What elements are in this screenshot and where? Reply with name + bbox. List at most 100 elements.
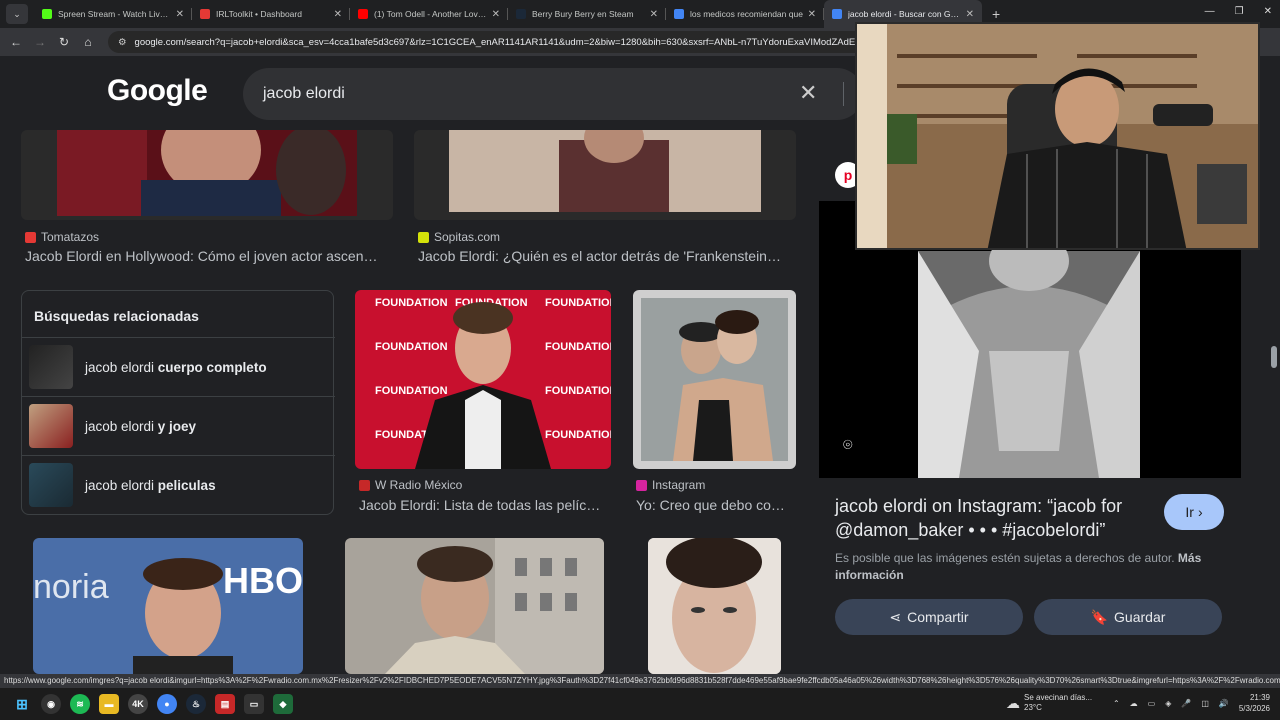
microphone-icon[interactable]: 🎤 <box>1181 699 1191 708</box>
preview-title[interactable]: jacob elordi on Instagram: “jacob for @d… <box>835 494 1155 542</box>
chrome-icon[interactable]: ● <box>157 694 177 714</box>
home-icon[interactable]: ⌂ <box>76 35 100 49</box>
spotify-icon[interactable]: ≋ <box>70 694 90 714</box>
chevron-down-icon: ⌄ <box>13 8 21 19</box>
clock-date: 5/3/2026 <box>1238 704 1270 713</box>
related-thumbnail <box>29 463 73 507</box>
clear-icon[interactable]: ✕ <box>799 80 817 106</box>
save-button[interactable]: 🔖 Guardar <box>1034 599 1222 635</box>
svg-text:FOUNDATION: FOUNDATION <box>375 297 448 309</box>
restore-icon[interactable]: ❐ <box>1235 6 1244 17</box>
browser-tab[interactable]: (1) Tom Odell - Another Love | M ✕ <box>350 0 508 28</box>
result-image-street-graphic <box>385 538 604 674</box>
result-source[interactable]: W Radio México <box>359 478 462 492</box>
android-icon[interactable]: ◆ <box>273 694 293 714</box>
result-image-instagram[interactable] <box>633 290 796 469</box>
result-source[interactable]: Instagram <box>636 478 705 492</box>
clock[interactable]: 21:39 5/3/2026 <box>1239 692 1270 714</box>
result-image-instagram-graphic <box>641 298 788 461</box>
weather-widget[interactable]: ☁ Se avecinan días... 23°C <box>1006 693 1092 713</box>
tab-title: (1) Tom Odell - Another Love | M <box>374 9 488 19</box>
result-caption[interactable]: Jacob Elordi en Hollywood: Cómo el joven… <box>25 248 393 264</box>
go-button[interactable]: Ir › <box>1164 494 1224 530</box>
related-item[interactable]: jacob elordi cuerpo completo <box>22 337 335 396</box>
svg-text:FOUNDATION: FOUNDATION <box>545 385 611 397</box>
result-image-street[interactable] <box>345 538 604 674</box>
search-input[interactable]: jacob elordi <box>263 85 345 103</box>
network-icon[interactable]: ▭ <box>1148 699 1156 708</box>
terminal-icon[interactable]: ▭ <box>244 694 264 714</box>
related-item-label: jacob elordi peliculas <box>85 477 216 493</box>
close-window-icon[interactable]: ✕ <box>1264 6 1272 17</box>
back-icon[interactable]: ← <box>4 35 28 49</box>
svg-text:FOUNDATION: FOUNDATION <box>545 341 611 353</box>
cloud-icon[interactable]: ☁ <box>1130 699 1138 708</box>
scrollbar-thumb[interactable] <box>1271 346 1277 368</box>
temperature: 23°C <box>1024 703 1042 712</box>
result-image-hbo[interactable]: noria HBO <box>33 538 303 674</box>
close-tab-icon[interactable]: ✕ <box>966 9 974 20</box>
result-image-portrait[interactable] <box>648 538 781 674</box>
search-divider <box>843 82 844 106</box>
volume-icon[interactable]: 🔊 <box>1219 699 1229 708</box>
tab-favicon <box>200 9 210 19</box>
result-image-tomatazos-graphic <box>57 130 357 216</box>
status-url: https://www.google.com/imgres?q=jacob el… <box>0 674 1280 688</box>
svg-text:FOUNDATION: FOUNDATION <box>375 341 448 353</box>
chevron-up-icon[interactable]: ⌃ <box>1113 699 1120 708</box>
browser-tab[interactable]: Berry Bury Berry en Steam ✕ <box>508 0 666 28</box>
close-tab-icon[interactable]: ✕ <box>492 9 500 20</box>
taskbar: ⊞ ◉ ≋ ▬ 4K ● ♨ ▤ ▭ ◆ ☁ Se avecinan días.… <box>0 688 1280 720</box>
close-tab-icon[interactable]: ✕ <box>808 9 816 20</box>
source-name: Tomatazos <box>41 230 100 244</box>
result-image-tomatazos[interactable] <box>21 130 393 220</box>
tomatazos-favicon <box>25 231 36 243</box>
file-explorer-icon[interactable]: ▬ <box>99 694 119 714</box>
source-name: W Radio México <box>375 478 463 492</box>
new-tab-button[interactable]: + <box>992 6 1000 22</box>
site-info-icon[interactable]: ⚙ <box>118 37 127 48</box>
close-tab-icon[interactable]: ✕ <box>334 9 342 20</box>
share-button[interactable]: ⋖ Compartir <box>835 599 1023 635</box>
result-source[interactable]: Tomatazos <box>25 230 99 244</box>
result-image-wradio[interactable]: FOUNDATION FOUNDATION FOUNDATION FOUNDATIO… <box>355 290 611 469</box>
obs-icon[interactable]: ◉ <box>41 694 61 714</box>
url-field[interactable]: ⚙ google.com/search?q=jacob+elordi&sca_e… <box>108 31 928 53</box>
result-image-sopitas[interactable] <box>414 130 796 220</box>
search-box[interactable]: jacob elordi ✕ <box>243 68 863 120</box>
related-item-label: jacob elordi y joey <box>85 418 197 434</box>
wradio-favicon <box>359 479 370 491</box>
page-scrollbar[interactable] <box>1270 56 1278 674</box>
browser-tab[interactable]: Spreen Stream - Watch Live on ✕ <box>34 0 192 28</box>
tab-title: Berry Bury Berry en Steam <box>532 9 634 19</box>
related-item[interactable]: jacob elordi y joey <box>22 396 335 455</box>
close-tab-icon[interactable]: ✕ <box>650 9 658 20</box>
result-caption[interactable]: Jacob Elordi: ¿Quién es el actor detrás … <box>418 248 796 264</box>
app-tray-icon[interactable]: ◈ <box>1165 699 1171 708</box>
tab-search-button[interactable]: ⌄ <box>6 4 28 24</box>
google-logo[interactable]: Google <box>107 74 208 108</box>
browser-tab[interactable]: IRLToolkit • Dashboard ✕ <box>192 0 350 28</box>
save-label: Guardar <box>1114 609 1166 625</box>
reload-icon[interactable]: ↻ <box>52 35 76 49</box>
4k-video-icon[interactable]: 4K <box>128 694 148 714</box>
wifi-icon[interactable]: ◫ <box>1201 699 1209 708</box>
minimize-icon[interactable]: — <box>1205 6 1215 17</box>
sopitas-favicon <box>418 231 429 243</box>
clock-time: 21:39 <box>1249 693 1270 702</box>
lens-icon[interactable]: ⌾ <box>843 437 853 455</box>
result-caption[interactable]: Jacob Elordi: Lista de todas las pelíc… <box>359 497 611 513</box>
result-source[interactable]: Sopitas.com <box>418 230 500 244</box>
result-caption[interactable]: Yo: Creo que debo co… <box>636 497 796 513</box>
browser-tab[interactable]: los medicos recomiendan que ✕ <box>666 0 824 28</box>
close-tab-icon[interactable]: ✕ <box>176 9 184 20</box>
tab-favicon <box>674 9 684 19</box>
related-item[interactable]: jacob elordi peliculas <box>22 455 335 514</box>
webcam-overlay <box>855 22 1260 250</box>
app-icon-red[interactable]: ▤ <box>215 694 235 714</box>
forward-icon[interactable]: → <box>28 35 52 49</box>
window-controls: — ❐ ✕ <box>1205 6 1272 17</box>
steam-icon[interactable]: ♨ <box>186 694 206 714</box>
windows-start-icon[interactable]: ⊞ <box>12 694 32 714</box>
copyright-notice: Es posible que las imágenes estén sujeta… <box>835 550 1225 584</box>
